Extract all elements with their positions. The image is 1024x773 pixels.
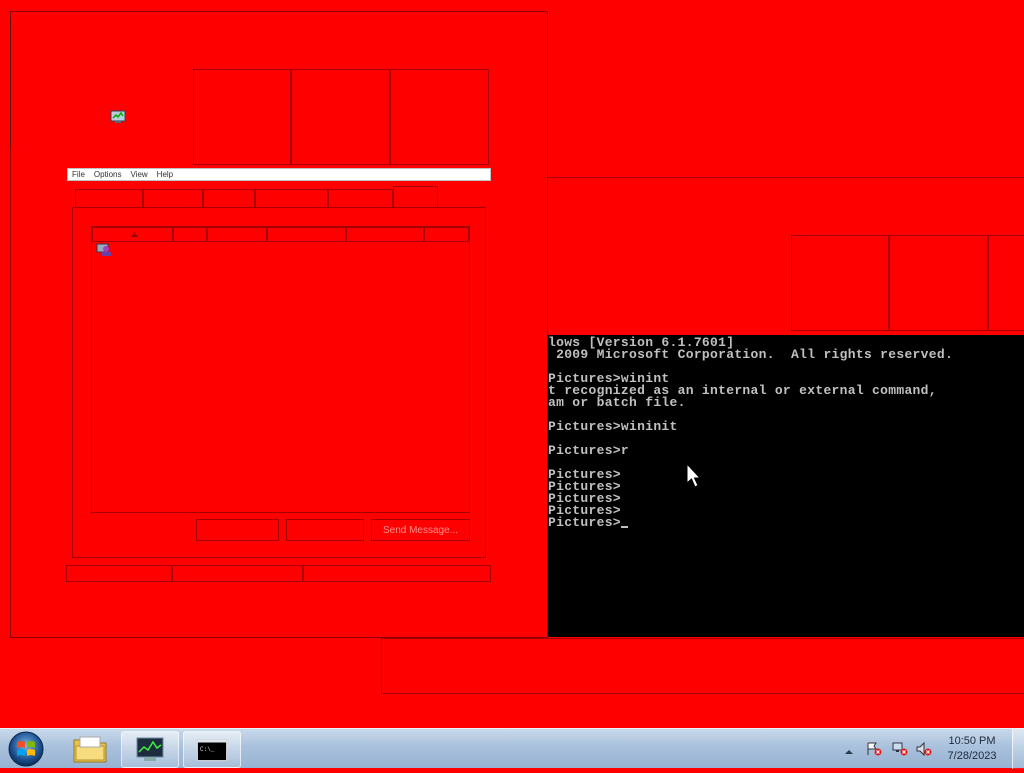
mouse-cursor-icon xyxy=(686,462,702,489)
column-header[interactable] xyxy=(207,227,267,242)
console-line: 2009 Microsoft Corporation. All rights r… xyxy=(548,347,954,362)
action-center-flag-icon[interactable] xyxy=(866,742,882,756)
thumbnail-box xyxy=(390,69,489,165)
tab-performance[interactable] xyxy=(255,189,328,207)
text-caret xyxy=(620,526,628,528)
folder-icon[interactable] xyxy=(72,734,108,764)
windows-orb-icon[interactable] xyxy=(6,730,46,768)
lower-window-frame xyxy=(381,638,1024,694)
show-hidden-icons-icon[interactable] xyxy=(844,744,854,754)
user-icon xyxy=(96,243,112,257)
command-prompt-console[interactable]: lows [Version 6.1.7601] 2009 Microsoft C… xyxy=(548,335,1024,637)
task-manager-taskbar-button[interactable] xyxy=(121,731,179,768)
tab-networking[interactable] xyxy=(328,189,393,207)
logoff-button[interactable] xyxy=(286,519,364,541)
left-edge-window xyxy=(0,18,11,146)
send-message-label: Send Message... xyxy=(382,524,459,536)
menu-options[interactable]: Options xyxy=(94,169,122,180)
column-header[interactable] xyxy=(424,227,469,242)
volume-muted-icon[interactable] xyxy=(916,741,932,757)
status-segment xyxy=(303,565,491,582)
menu-file[interactable]: File xyxy=(72,169,85,180)
disconnect-button[interactable] xyxy=(196,519,279,541)
console-output: lows [Version 6.1.7601] 2009 Microsoft C… xyxy=(548,335,1024,529)
tab-processes[interactable] xyxy=(143,189,203,207)
status-segment xyxy=(66,565,172,582)
console-line: Pictures> xyxy=(548,516,1024,529)
tab-services[interactable] xyxy=(203,189,255,207)
network-icon[interactable] xyxy=(892,742,908,756)
console-line: am or batch file. xyxy=(548,395,686,410)
thumbnail-box xyxy=(291,69,390,165)
console-line: Pictures>wininit xyxy=(548,419,678,434)
column-header[interactable] xyxy=(267,227,346,242)
column-header[interactable] xyxy=(346,227,424,242)
task-manager-icon xyxy=(110,110,126,124)
users-list[interactable] xyxy=(91,226,470,513)
svg-text:C:\_: C:\_ xyxy=(200,746,215,753)
thumbnail-box xyxy=(193,69,291,165)
thumbnail-box xyxy=(889,235,988,331)
thumbnail-box xyxy=(988,235,1024,331)
taskbar: C:\_ 10:50 PM 7/28/2023 xyxy=(0,728,1024,769)
thumbnail-box xyxy=(791,235,889,331)
column-header[interactable] xyxy=(173,227,207,242)
menu-help[interactable]: Help xyxy=(157,169,173,180)
command-prompt-icon: C:\_ xyxy=(197,739,227,761)
tab-users[interactable] xyxy=(393,186,438,208)
show-desktop-button[interactable] xyxy=(1012,729,1024,769)
menu-bar: File Options View Help xyxy=(67,168,491,181)
tab-applications[interactable] xyxy=(75,189,143,207)
sort-arrow-icon xyxy=(131,232,138,237)
column-header[interactable] xyxy=(92,227,173,242)
send-message-button[interactable]: Send Message... xyxy=(371,519,470,541)
menu-view[interactable]: View xyxy=(130,169,147,180)
console-line: Pictures>r xyxy=(548,443,630,458)
status-segment xyxy=(172,565,303,582)
taskbar-clock[interactable]: 10:50 PM 7/28/2023 xyxy=(942,734,1002,764)
command-prompt-taskbar-button[interactable]: C:\_ xyxy=(183,731,241,768)
task-manager-icon xyxy=(136,737,164,761)
clock-time: 10:50 PM xyxy=(948,735,996,747)
clock-date: 7/28/2023 xyxy=(947,750,997,762)
right-window-edge xyxy=(548,177,1024,178)
